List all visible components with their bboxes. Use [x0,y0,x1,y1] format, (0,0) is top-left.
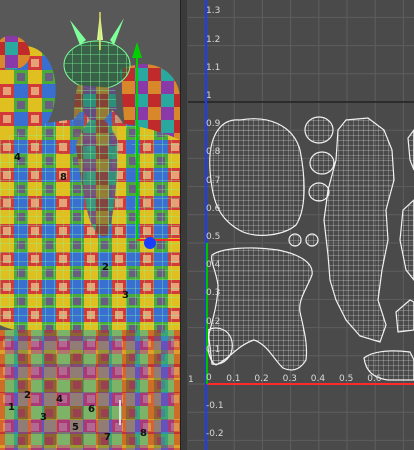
uv-shell-eye [304,116,334,144]
checker-digit: 1 [8,402,15,413]
uv-y-tick-label: 1 [206,91,212,101]
uv-shell-small [308,182,330,202]
uv-y-tick-label: 1.1 [206,62,221,73]
checker-digit: 3 [122,290,129,301]
panel-splitter[interactable] [180,0,188,450]
uv-shell-small [305,233,319,247]
checker-digit: 4 [56,394,63,405]
checker-digit: 2 [102,262,109,273]
maya-workspace: 1 2 3 4 5 6 7 8 2 3 8 4 1.3 1.2 1.1 1 0.… [0,0,414,450]
uv-y-tick-label: 0.3 [206,288,221,299]
uv-y-tick-label: 0.9 [206,119,221,130]
uv-y-tick-label: 0.8 [206,147,221,158]
perspective-viewport[interactable]: 1 2 3 4 5 6 7 8 2 3 8 4 [0,0,180,450]
viewport-scene: 1 2 3 4 5 6 7 8 2 3 8 4 [0,0,180,450]
uv-corner-label: 1 [188,375,194,385]
uv-y-tick-label: -0.2 [206,429,224,440]
uv-y-tick-label: 1.3 [206,6,221,17]
checker-digit: 8 [60,172,67,183]
checker-digit: 5 [72,422,79,433]
uv-x-tick-label: 0.6 [367,374,382,384]
uv-y-tick-label: 0.6 [206,203,221,214]
uv-y-tick-label: -0.1 [206,401,224,412]
checker-digit: 3 [40,412,47,423]
uv-x-tick-label: 0.1 [226,374,241,384]
uv-y-tick-label: 0.4 [206,260,221,271]
uv-shell-face [209,118,305,236]
uv-y-tick-label: 0.5 [206,232,221,242]
uv-x-tick-label: 0.4 [310,374,326,384]
uv-x-tick-label: 0.3 [282,374,297,384]
uv-x-tick-label: 0.5 [339,374,354,384]
uv-shell-small [288,233,302,247]
checker-digit: 6 [88,404,95,415]
uv-y-tick-label: 0 [206,373,212,383]
uv-shell-eye [309,151,335,175]
uv-y-tick-label: 0.7 [206,175,221,186]
uv-y-tick-label: 0.2 [206,316,221,327]
uv-x-tick-label: 0.2 [254,374,269,384]
uv-y-tick-label: 1.2 [206,34,221,45]
checker-digit: 4 [14,152,21,163]
checker-digit: 8 [140,428,147,439]
checker-digit: 2 [24,390,31,401]
uv-y-tick-label: 0.1 [206,344,221,355]
checker-digit: 7 [104,432,111,443]
uv-texture-editor[interactable]: 1.3 1.2 1.1 1 0.9 0.8 0.7 0.6 0.5 0.4 0.3 0.2 0.1 0 -0… [188,0,414,450]
